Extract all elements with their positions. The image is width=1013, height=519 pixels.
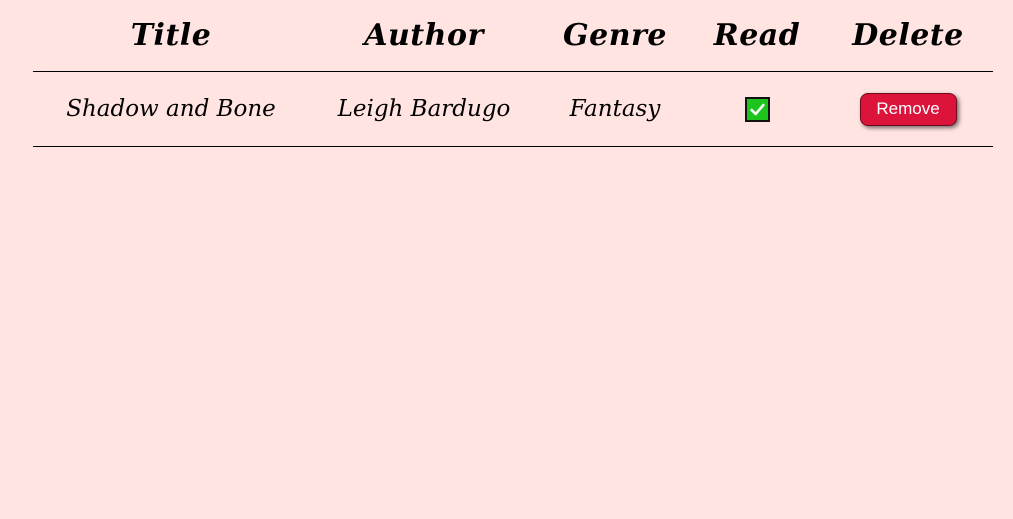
column-header-title: Title — [130, 18, 212, 53]
table-header-row: Title Author Genre Read Delete — [33, 0, 993, 72]
remove-button[interactable]: Remove — [859, 92, 957, 126]
read-checkbox[interactable] — [744, 96, 770, 122]
column-header-author: Author — [364, 18, 484, 53]
book-author: Leigh Bardugo — [337, 96, 511, 122]
column-header-delete: Delete — [852, 18, 964, 53]
book-genre: Fantasy — [569, 96, 661, 122]
read-cell — [691, 96, 823, 122]
checkmark-icon — [749, 103, 765, 115]
delete-cell: Remove — [823, 92, 993, 126]
column-header-genre: Genre — [563, 18, 667, 53]
books-table: Title Author Genre Read Delete Shadow an… — [33, 0, 993, 147]
table-row: Shadow and Bone Leigh Bardugo Fantasy Re… — [33, 72, 993, 147]
column-header-read: Read — [713, 18, 801, 53]
book-title: Shadow and Bone — [66, 96, 276, 122]
